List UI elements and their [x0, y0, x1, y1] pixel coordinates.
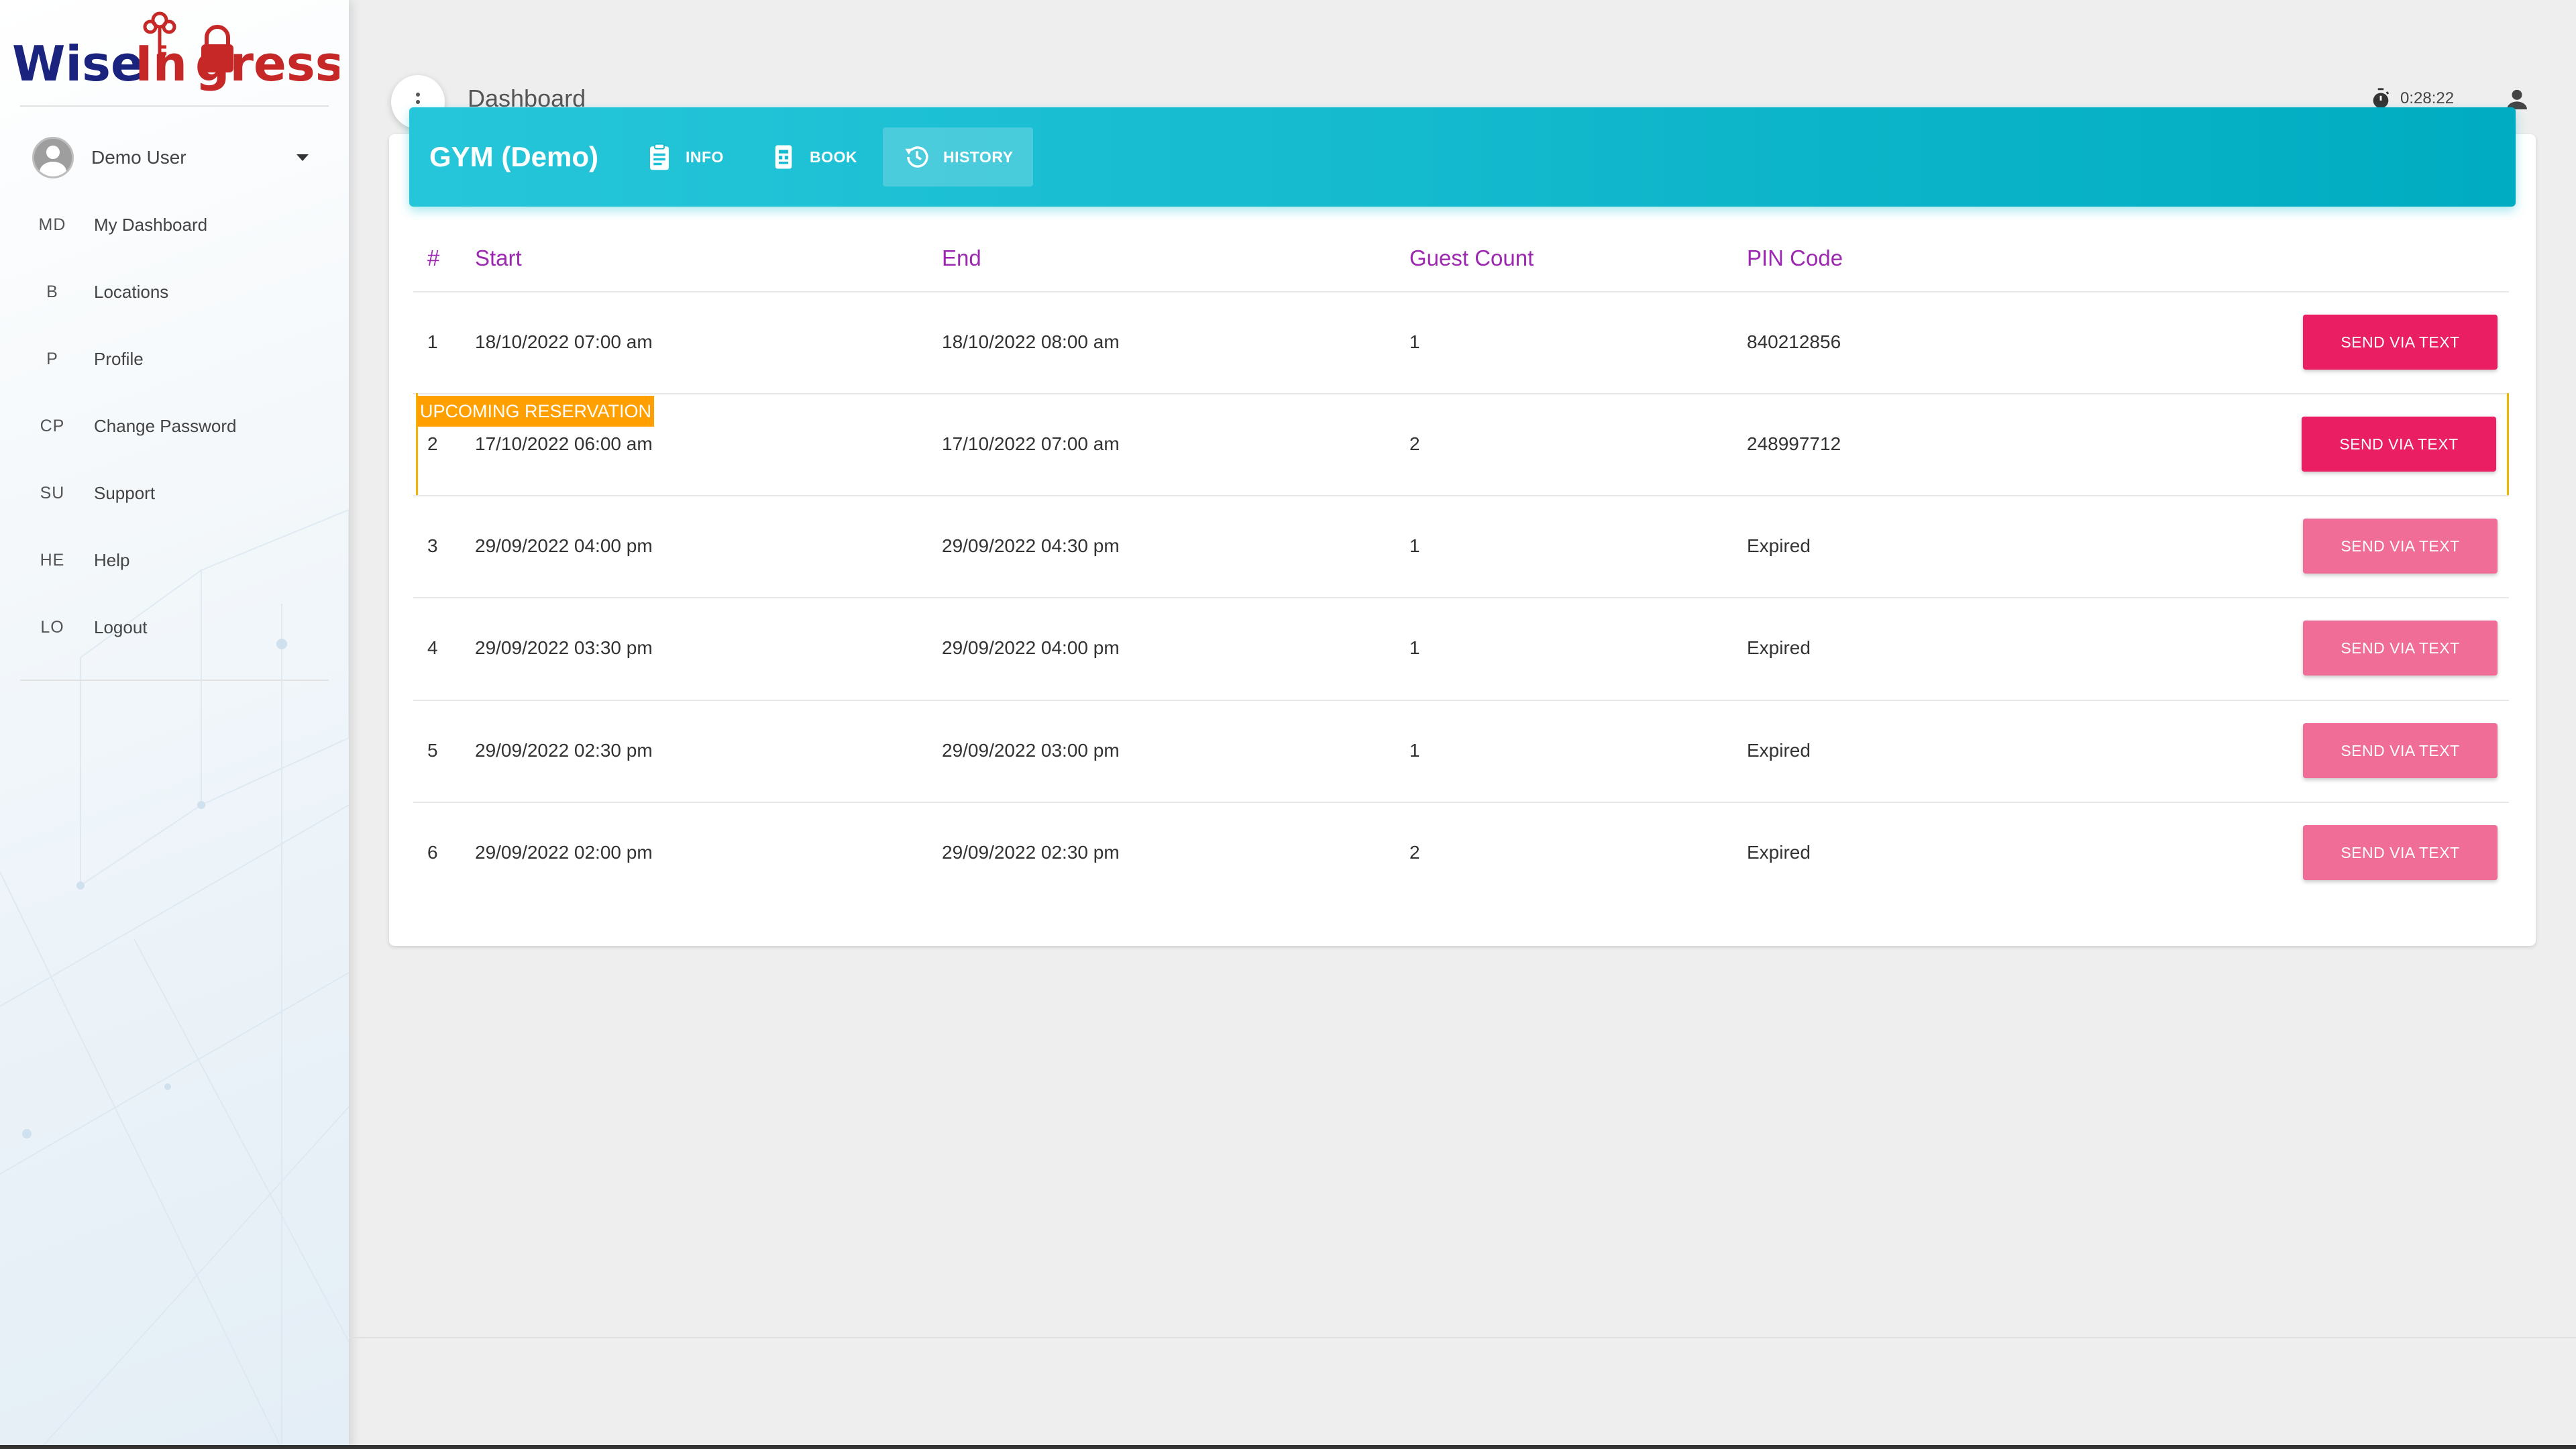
send-via-text-button[interactable]: SEND VIA TEXT — [2302, 417, 2496, 472]
cell-start: 18/10/2022 07:00 am — [475, 331, 653, 352]
sidebar-item-abbr: B — [46, 282, 58, 301]
cell-pin-code: 248997712 — [1747, 433, 1841, 454]
cell-pin-code: Expired — [1747, 842, 1811, 863]
cell-pin-code: Expired — [1747, 535, 1811, 556]
timer-value: 0:28:22 — [2400, 89, 2455, 107]
sidebar-item-abbr: CP — [40, 416, 65, 435]
sidebar-item-label: Locations — [94, 281, 169, 302]
tab-book[interactable]: BOOK — [749, 127, 877, 186]
cell-pin-code: Expired — [1747, 637, 1811, 658]
cell-number: 5 — [427, 740, 438, 761]
cell-guest-count: 1 — [1409, 331, 1420, 352]
sidebar-item-abbr: LO — [40, 617, 64, 637]
upcoming-reservation-highlight — [416, 393, 2509, 495]
sidebar-item-label: Logout — [94, 616, 148, 637]
row-divider — [413, 597, 2509, 598]
cell-guest-count: 1 — [1409, 740, 1420, 761]
cell-end: 17/10/2022 07:00 am — [942, 433, 1120, 454]
column-header-end: End — [942, 246, 981, 270]
tab-label: INFO — [686, 148, 724, 166]
wiseingress-logo[interactable]: Wise In gress — [11, 7, 339, 97]
window-bottom-edge — [0, 1445, 2576, 1449]
cell-number: 6 — [427, 842, 438, 863]
cell-end: 18/10/2022 08:00 am — [942, 331, 1120, 352]
cell-number: 1 — [427, 331, 438, 352]
cell-end: 29/09/2022 04:30 pm — [942, 535, 1120, 556]
sidebar-item-profile[interactable]: P Profile — [32, 339, 327, 379]
cell-start: 29/09/2022 04:00 pm — [475, 535, 653, 556]
sidebar-item-support[interactable]: SU Support — [32, 473, 327, 513]
cell-number: 2 — [427, 433, 438, 454]
send-via-text-button[interactable]: SEND VIA TEXT — [2303, 825, 2498, 880]
row-divider — [413, 802, 2509, 803]
cell-number: 4 — [427, 637, 438, 658]
cell-guest-count: 2 — [1409, 433, 1420, 454]
tab-history[interactable]: HISTORY — [882, 127, 1034, 186]
cell-number: 3 — [427, 535, 438, 556]
cell-end: 29/09/2022 04:00 pm — [942, 637, 1120, 658]
cell-start: 29/09/2022 02:30 pm — [475, 740, 653, 761]
cell-start: 29/09/2022 03:30 pm — [475, 637, 653, 658]
history-icon — [905, 146, 928, 168]
send-via-text-button[interactable]: SEND VIA TEXT — [2303, 519, 2498, 574]
tab-label: HISTORY — [943, 148, 1014, 166]
footer-divider — [349, 1337, 2576, 1338]
cell-pin-code: Expired — [1747, 740, 1811, 761]
book-icon — [775, 145, 792, 169]
tab-info[interactable]: INFO — [625, 127, 744, 186]
sidebar-item-my-dashboard[interactable]: MD My Dashboard — [32, 205, 327, 245]
sidebar-item-logout[interactable]: LO Logout — [32, 607, 327, 647]
sidebar-item-abbr: MD — [38, 215, 66, 234]
column-header-start: Start — [475, 246, 522, 270]
cell-start: 17/10/2022 06:00 am — [475, 433, 653, 454]
sidebar-item-label: Help — [94, 549, 130, 570]
send-via-text-button[interactable]: SEND VIA TEXT — [2303, 621, 2498, 676]
sidebar-item-abbr: SU — [40, 483, 65, 502]
row-divider — [413, 700, 2509, 701]
sidebar-item-locations[interactable]: B Locations — [32, 272, 327, 312]
sidebar-item-abbr: HE — [40, 550, 65, 570]
sidebar-item-change-password[interactable]: CP Change Password — [32, 406, 327, 446]
sidebar-item-abbr: P — [46, 349, 58, 368]
column-header-number: # — [427, 246, 440, 270]
upcoming-reservation-badge: UPCOMING RESERVATION — [417, 396, 655, 427]
row-divider — [413, 495, 2509, 496]
cell-guest-count: 2 — [1409, 842, 1420, 863]
user-name: Demo User — [91, 147, 186, 168]
sidebar-item-label: My Dashboard — [94, 214, 208, 235]
sidebar-item-help[interactable]: HE Help — [32, 540, 327, 580]
user-menu[interactable]: Demo User — [32, 134, 314, 181]
cell-end: 29/09/2022 03:00 pm — [942, 740, 1120, 761]
location-header: GYM (Demo) INFO BOOK HISTORY — [409, 107, 2516, 207]
clipboard-icon — [650, 143, 669, 170]
lock-icon — [201, 25, 233, 72]
column-header-pin-code: PIN Code — [1747, 246, 1843, 270]
column-header-guest-count: Guest Count — [1409, 246, 1534, 270]
cell-pin-code: 840212856 — [1747, 331, 1841, 352]
sidebar-item-label: Change Password — [94, 415, 237, 436]
sidebar: Wise In gress Demo User MD My Dashboard … — [0, 0, 349, 1449]
cell-end: 29/09/2022 02:30 pm — [942, 842, 1120, 863]
avatar — [32, 137, 74, 178]
sidebar-item-label: Profile — [94, 348, 144, 369]
tab-label: BOOK — [809, 148, 857, 166]
row-divider — [413, 291, 2509, 292]
cell-guest-count: 1 — [1409, 535, 1420, 556]
send-via-text-button[interactable]: SEND VIA TEXT — [2303, 723, 2498, 778]
location-title: GYM (Demo) — [429, 141, 598, 172]
sidebar-divider — [20, 680, 329, 681]
stopwatch-icon — [2373, 88, 2390, 109]
session-timer: 0:28:22 — [2369, 87, 2454, 110]
send-via-text-button[interactable]: SEND VIA TEXT — [2303, 315, 2498, 370]
cell-start: 29/09/2022 02:00 pm — [475, 842, 653, 863]
sidebar-divider — [20, 105, 329, 107]
logo-text-wise: Wise — [12, 36, 144, 92]
chevron-down-icon[interactable] — [297, 154, 309, 161]
cell-guest-count: 1 — [1409, 637, 1420, 658]
sidebar-item-label: Support — [94, 482, 156, 503]
